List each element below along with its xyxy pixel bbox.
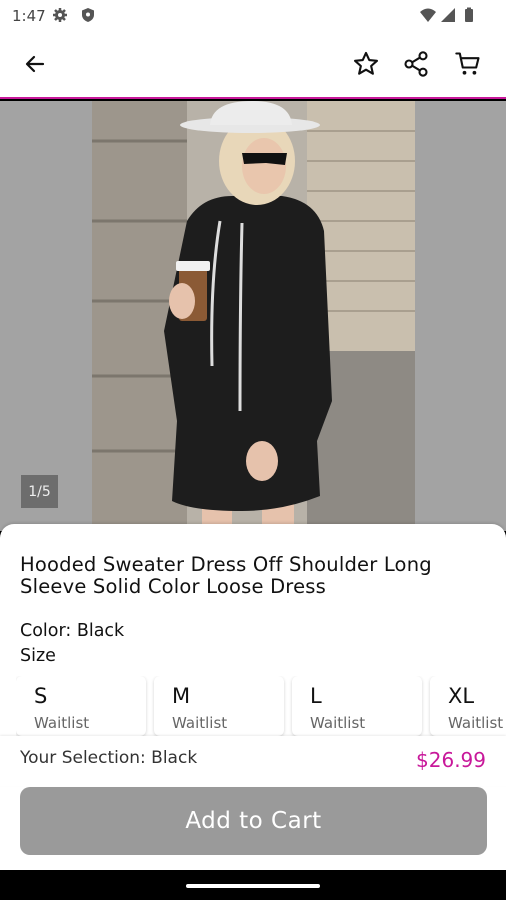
size-status: Waitlist xyxy=(172,714,228,732)
home-handle[interactable] xyxy=(186,884,320,888)
selection-summary: Your Selection: Black $26.99 xyxy=(0,736,506,786)
product-title: Hooded Sweater Dress Off Shoulder Long S… xyxy=(20,553,432,598)
image-counter: 1/5 xyxy=(21,475,58,508)
size-option-s[interactable]: S Waitlist xyxy=(16,676,146,736)
size-label: Size xyxy=(20,646,56,666)
add-to-cart-button[interactable]: Add to Cart xyxy=(20,787,487,855)
size-value: M xyxy=(172,684,191,708)
selection-text: Your Selection: Black xyxy=(20,748,198,768)
share-icon xyxy=(404,51,428,77)
signal-icon xyxy=(440,7,456,23)
back-arrow-icon xyxy=(25,55,45,73)
size-status: Waitlist xyxy=(310,714,366,732)
size-option-m[interactable]: M Waitlist xyxy=(154,676,284,736)
product-detail-sheet: Hooded Sweater Dress Off Shoulder Long S… xyxy=(0,524,506,870)
price: $26.99 xyxy=(416,748,486,772)
system-nav-bar xyxy=(0,870,506,900)
product-photo xyxy=(92,101,415,531)
share-button[interactable] xyxy=(398,46,434,82)
cart-button[interactable] xyxy=(450,46,486,82)
wifi-icon xyxy=(420,7,436,23)
size-value: S xyxy=(34,684,48,708)
favorite-button[interactable] xyxy=(348,46,384,82)
size-status: Waitlist xyxy=(34,714,90,732)
app-bar xyxy=(0,32,506,99)
shield-icon xyxy=(80,7,96,23)
size-option-xl[interactable]: XL Waitlist xyxy=(430,676,506,736)
back-button[interactable] xyxy=(17,46,53,82)
size-value: L xyxy=(310,684,322,708)
color-selection-label: Color: Black xyxy=(20,621,125,641)
status-bar: 1:47 xyxy=(0,0,506,32)
size-options: S Waitlist M Waitlist L Waitlist XL Wait… xyxy=(16,676,506,736)
size-status: Waitlist xyxy=(448,714,504,732)
product-image-gallery[interactable]: 1/5 xyxy=(0,101,506,531)
star-icon xyxy=(353,51,379,75)
battery-icon xyxy=(461,7,477,23)
size-value: XL xyxy=(448,684,475,708)
size-option-l[interactable]: L Waitlist xyxy=(292,676,422,736)
status-time: 1:47 xyxy=(12,7,46,25)
cart-icon xyxy=(455,52,480,75)
gear-icon xyxy=(52,7,68,23)
